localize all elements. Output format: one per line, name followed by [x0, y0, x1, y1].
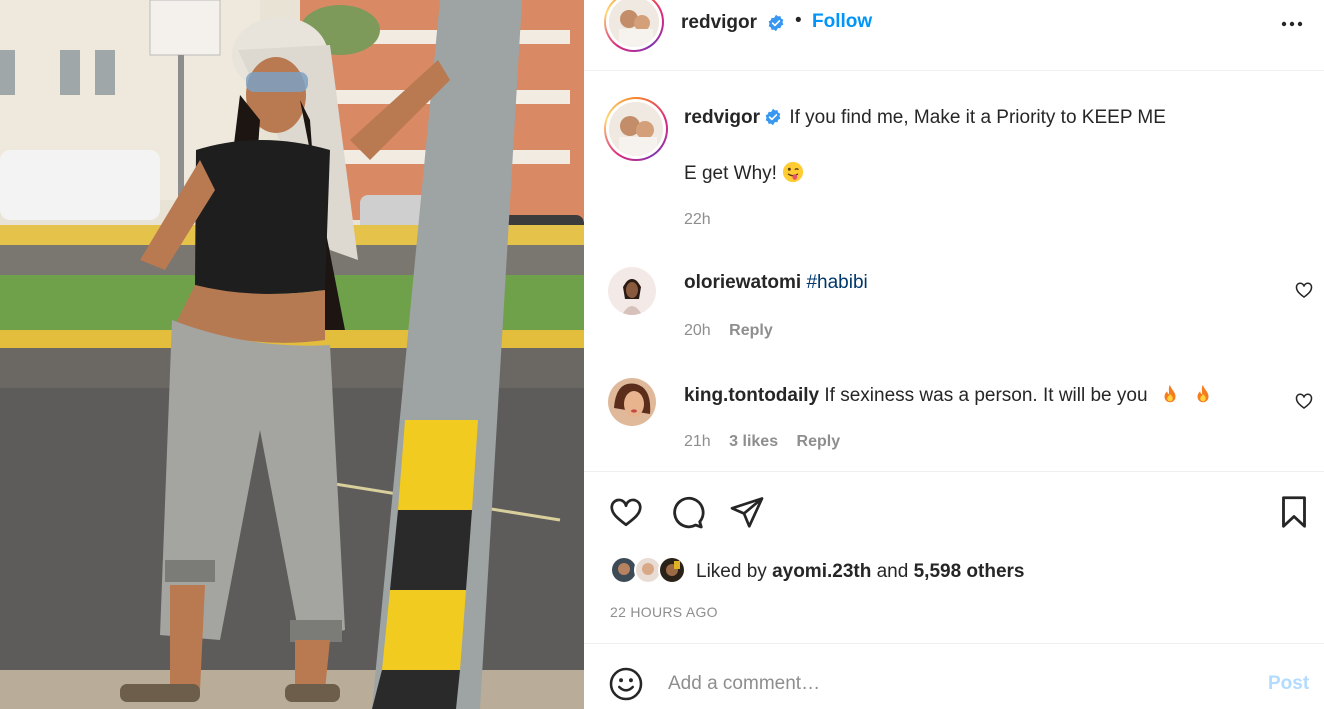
- heart-icon[interactable]: [608, 494, 644, 530]
- post-photo[interactable]: [0, 0, 584, 709]
- winking-tongue-emoji-icon: [783, 161, 804, 183]
- caption-time[interactable]: 22h: [684, 211, 711, 229]
- post-comment-button[interactable]: Post: [1268, 673, 1309, 695]
- follow-button[interactable]: Follow: [812, 11, 872, 33]
- more-horizontal-icon[interactable]: [1278, 10, 1306, 38]
- comment-author[interactable]: king.tontodaily: [684, 385, 819, 406]
- caption-text-2: E get Why!: [684, 163, 777, 184]
- reply-button[interactable]: Reply: [729, 322, 773, 339]
- liker-avatar[interactable]: [658, 556, 686, 584]
- likes-others-count[interactable]: 5,598 others: [914, 561, 1025, 582]
- emoji-picker-icon[interactable]: [608, 666, 644, 702]
- comment-like-heart-icon[interactable]: [1294, 280, 1314, 300]
- caption-text: If you find me, Make it a Priority to KE…: [789, 107, 1166, 128]
- liked-by-conjunction: and: [876, 561, 909, 582]
- post-panel: redvigor • Follow redvigor If you find m…: [584, 0, 1324, 709]
- reply-button[interactable]: Reply: [797, 433, 841, 450]
- caption-author-avatar[interactable]: [604, 97, 668, 161]
- author-avatar[interactable]: [604, 0, 664, 52]
- separator-dot: •: [795, 10, 802, 31]
- post-timestamp[interactable]: 22 HOURS AGO: [610, 604, 718, 620]
- post-image: [0, 0, 584, 709]
- caption-author[interactable]: redvigor: [684, 107, 760, 128]
- comment-time[interactable]: 21h: [684, 433, 711, 450]
- comment: oloriewatomi #habibi: [684, 272, 868, 294]
- action-bar: Liked by ayomi.23th and 5,598 others 22 …: [584, 471, 1324, 643]
- author-username[interactable]: redvigor: [681, 12, 757, 34]
- commenter-avatar[interactable]: [608, 267, 656, 315]
- comment-input[interactable]: [668, 666, 1248, 702]
- commenter-avatar[interactable]: [608, 378, 656, 426]
- comments-list[interactable]: redvigor If you find me, Make it a Prior…: [584, 71, 1324, 471]
- comment-hashtag[interactable]: #habibi: [806, 272, 867, 293]
- send-icon[interactable]: [729, 494, 765, 530]
- comment-meta: 20h Reply: [684, 322, 787, 340]
- bookmark-icon[interactable]: [1276, 494, 1312, 530]
- comment-like-heart-icon[interactable]: [1294, 391, 1314, 411]
- comment: king.tontodaily If sexiness was a person…: [684, 383, 1214, 407]
- comment-text: If sexiness was a person. It will be you: [824, 385, 1148, 406]
- caption-line-2: E get Why!: [684, 161, 804, 185]
- verified-badge-icon: [768, 14, 784, 32]
- likes-summary: Liked by ayomi.23th and 5,598 others: [696, 561, 1025, 583]
- caption: redvigor If you find me, Make it a Prior…: [684, 107, 1166, 129]
- comment-time[interactable]: 20h: [684, 322, 711, 339]
- verified-badge-icon: [765, 108, 781, 126]
- comment-author[interactable]: oloriewatomi: [684, 272, 801, 293]
- comment-icon[interactable]: [669, 494, 705, 530]
- comment-likes[interactable]: 3 likes: [729, 433, 778, 450]
- fire-emoji-icon: [1197, 384, 1209, 403]
- liked-by-user[interactable]: ayomi.23th: [772, 561, 871, 582]
- add-comment-bar: Post: [584, 643, 1324, 709]
- liked-by-prefix: Liked by: [696, 561, 767, 582]
- comment-meta: 21h 3 likes Reply: [684, 433, 854, 451]
- post-header: redvigor • Follow: [584, 0, 1324, 71]
- fire-emoji-icon: [1164, 384, 1176, 403]
